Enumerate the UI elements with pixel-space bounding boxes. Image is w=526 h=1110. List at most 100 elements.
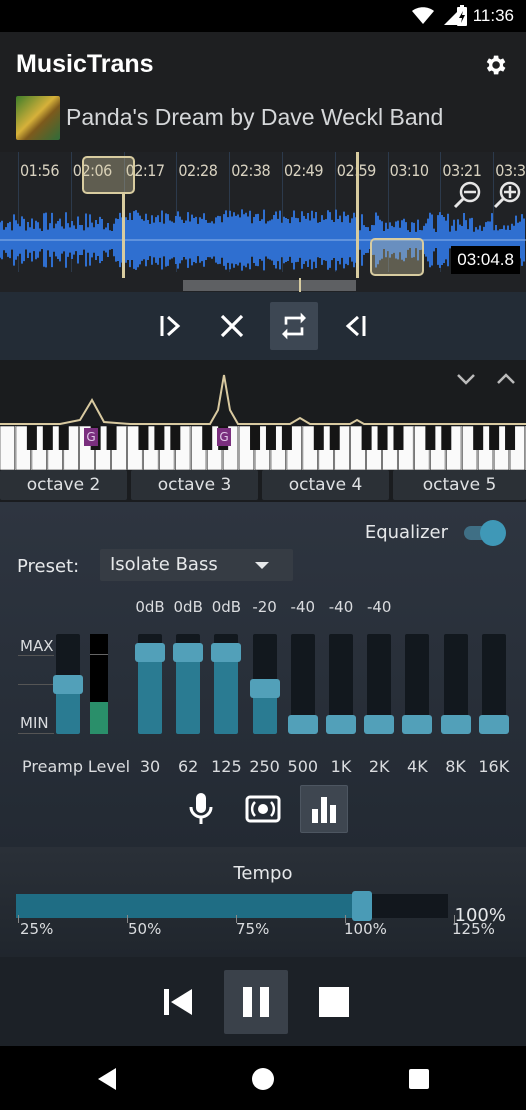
set-loop-end-button[interactable]: [332, 302, 380, 350]
eq-band-gain: 0dB: [173, 598, 203, 616]
tempo-slider-thumb[interactable]: [351, 891, 372, 921]
eq-band-thumb[interactable]: [249, 679, 280, 698]
eq-band-freq: 16K: [478, 757, 510, 776]
back-triangle-icon: [98, 1068, 116, 1090]
loop-end-marker[interactable]: [370, 238, 424, 276]
preset-label: Preset:: [17, 556, 80, 577]
eq-band-slider-250[interactable]: [249, 634, 280, 734]
preset-dropdown[interactable]: Isolate Bass: [100, 549, 293, 581]
octave-2-label: octave 2: [0, 470, 127, 500]
zoom-in-icon[interactable]: [492, 180, 522, 210]
preamp-slider[interactable]: [53, 634, 83, 734]
app-title: MusicTrans: [16, 50, 154, 78]
set-loop-start-button[interactable]: [146, 302, 194, 350]
skip-previous-icon: [164, 989, 192, 1015]
surround-button[interactable]: [239, 785, 287, 833]
max-label: MAX: [20, 637, 54, 655]
loop-start-marker[interactable]: [82, 156, 135, 194]
eq-band-thumb[interactable]: [478, 715, 509, 734]
pitch-spectrum: [0, 360, 526, 426]
timeline-label: 01:56: [20, 161, 59, 180]
app-header: MusicTrans Panda's Dream by Dave Weckl B…: [0, 32, 526, 152]
min-line: [18, 733, 54, 734]
eq-band-slider-8K[interactable]: [440, 634, 471, 734]
zoom-out-icon[interactable]: [452, 180, 482, 210]
eq-band-slider-16K[interactable]: [478, 634, 509, 734]
tempo-tick: [18, 915, 19, 923]
timeline-label: 03:31: [495, 161, 526, 180]
octave-labels: octave 2 octave 3 octave 4 octave 5: [0, 470, 526, 502]
transport-controls: [0, 957, 526, 1046]
scroll-position-marker: [299, 278, 301, 292]
max-line: [18, 655, 54, 656]
recents-button[interactable]: [406, 1066, 432, 1092]
eq-band-slider-1K[interactable]: [326, 634, 356, 734]
eq-band-thumb[interactable]: [173, 643, 204, 662]
repeat-button[interactable]: [270, 302, 318, 350]
back-button[interactable]: [94, 1066, 120, 1092]
eq-band-thumb[interactable]: [326, 715, 356, 734]
waveform-view[interactable]: 01:5602:0602:1702:2802:3802:4902:5903:10…: [0, 152, 526, 278]
eq-band-slider-4K[interactable]: [402, 634, 433, 734]
preamp-label: Preamp: [22, 757, 83, 776]
microphone-icon: [189, 793, 213, 824]
mid-line: [18, 684, 54, 685]
eq-band-fill: [138, 652, 162, 734]
stop-icon: [319, 987, 349, 1017]
tempo-tick-label: 25%: [20, 920, 54, 938]
equalizer-label: Equalizer: [364, 522, 448, 543]
track-title: Panda's Dream by Dave Weckl Band: [66, 104, 444, 130]
duration-readout: 03:04.8: [451, 246, 520, 274]
equalizer-bars-button[interactable]: [300, 785, 348, 833]
clear-loop-button[interactable]: [208, 302, 256, 350]
timeline-label: 02:28: [178, 161, 218, 180]
equalizer-toggle[interactable]: [462, 518, 506, 546]
microphone-button[interactable]: [177, 785, 225, 833]
note-marker-g2: G: [84, 428, 98, 446]
eq-band-slider-500[interactable]: [287, 634, 318, 734]
home-button[interactable]: [250, 1066, 276, 1092]
dropdown-arrow-icon: [255, 562, 269, 569]
loop-start-line: [122, 192, 125, 278]
loop-start-icon: [160, 315, 181, 337]
piano-keys[interactable]: [0, 425, 526, 471]
min-label: MIN: [20, 714, 49, 732]
waveform-scrollbar[interactable]: [0, 278, 526, 292]
timeline-label: 02:38: [231, 161, 271, 180]
eq-band-thumb[interactable]: [135, 643, 165, 662]
level-meter: [90, 634, 108, 734]
chevron-down-icon[interactable]: [456, 372, 476, 386]
preamp-slider-thumb[interactable]: [53, 675, 83, 694]
spectrum-graph: [0, 374, 526, 425]
recents-square-icon: [409, 1069, 429, 1089]
eq-band-thumb[interactable]: [402, 715, 433, 734]
stop-button[interactable]: [302, 970, 366, 1034]
eq-band-slider-30[interactable]: [135, 634, 165, 734]
eq-band-thumb[interactable]: [211, 643, 242, 662]
eq-band-slider-125[interactable]: [211, 634, 242, 734]
octave-3-label: octave 3: [131, 470, 258, 500]
eq-band-slider-2K[interactable]: [364, 634, 395, 734]
playback-cursor[interactable]: [356, 152, 359, 278]
surround-sound-icon: [245, 795, 281, 823]
scrollbar-thumb[interactable]: [183, 280, 356, 291]
wifi-icon: [412, 7, 434, 24]
skip-previous-button[interactable]: [146, 970, 210, 1034]
eq-band-slider-62[interactable]: [173, 634, 204, 734]
eq-band-thumb[interactable]: [364, 715, 395, 734]
eq-band-thumb[interactable]: [287, 715, 318, 734]
eq-band-gain: -40: [366, 598, 392, 616]
tempo-tick-label: 100%: [344, 920, 387, 938]
tempo-slider[interactable]: [16, 891, 448, 921]
tempo-tick-label: 75%: [236, 920, 270, 938]
waveform-graph[interactable]: [0, 209, 526, 271]
pause-button[interactable]: [224, 970, 288, 1034]
settings-gear-icon[interactable]: [482, 52, 508, 78]
tempo-panel: Tempo 100% 25% 50% 75% 100% 125%: [0, 847, 526, 957]
chevron-up-icon[interactable]: [496, 372, 516, 386]
pause-icon: [243, 987, 269, 1017]
loop-controls: [0, 292, 526, 360]
bar-chart-icon: [312, 797, 336, 823]
piano-keyboard[interactable]: G G: [0, 425, 526, 471]
eq-band-thumb[interactable]: [440, 715, 471, 734]
